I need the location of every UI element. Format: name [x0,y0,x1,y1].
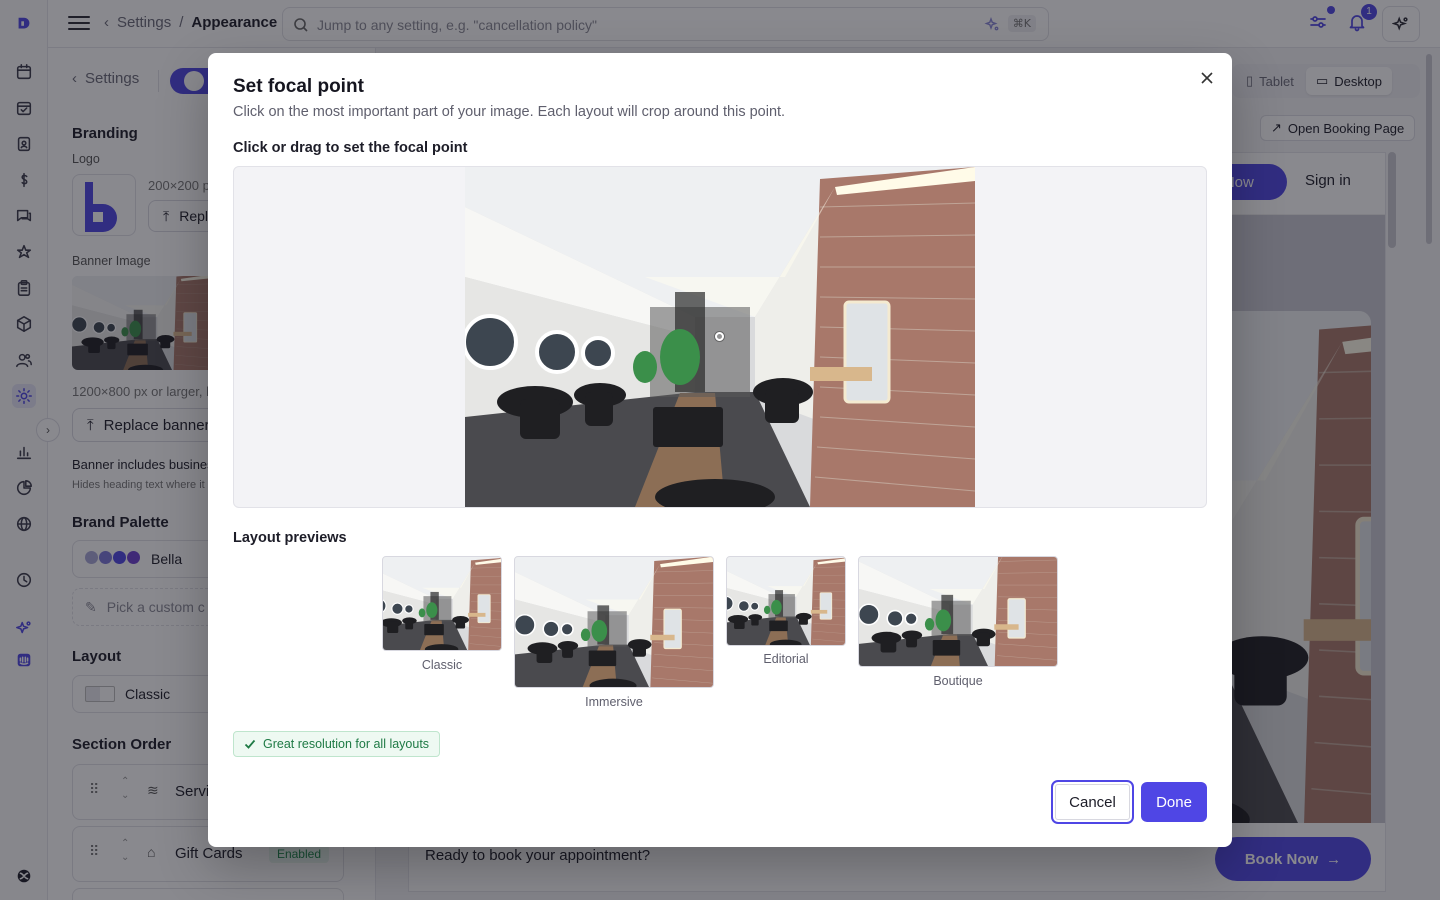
layout-preview-classic [382,556,502,651]
layout-caption: Boutique [933,674,983,688]
resolution-status: Great resolution for all layouts [233,731,441,757]
focal-point-canvas [233,166,1207,508]
focal-point-dialog: Set focal point Click on the most import… [208,53,1232,847]
dialog-subtitle: Click on the most important part of your… [233,104,786,120]
close-icon[interactable] [1198,69,1216,87]
layout-caption: Immersive [585,695,643,709]
focal-point-image[interactable] [465,167,975,507]
previews-label: Layout previews [233,530,347,546]
layout-preview-immersive [514,556,714,688]
check-icon [244,739,256,749]
dialog-title: Set focal point [233,76,364,97]
layout-caption: Classic [421,658,463,672]
done-button[interactable]: Done [1141,782,1207,822]
layout-caption: Editorial [763,652,809,666]
layout-preview-boutique [858,556,1058,667]
focal-point-marker[interactable] [715,332,724,341]
cancel-button[interactable]: Cancel [1051,780,1134,824]
layout-preview-editorial [726,556,846,646]
focal-label: Click or drag to set the focal point [233,140,468,156]
resolution-text: Great resolution for all layouts [263,737,430,751]
